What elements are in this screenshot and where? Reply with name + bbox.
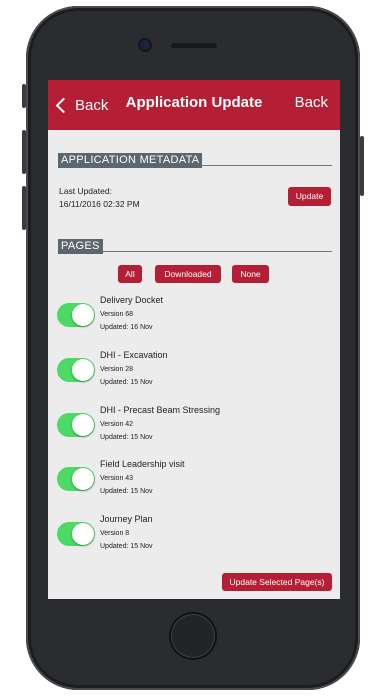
last-updated-label: Last Updated:: [59, 186, 112, 196]
page-name: Journey Plan: [100, 514, 153, 524]
page-version: Version 68: [100, 311, 134, 318]
back-label: Back: [75, 96, 109, 114]
home-button[interactable]: [171, 614, 215, 658]
volume-up-button: [22, 130, 26, 174]
navigation-bar: Back Application Update Back: [48, 80, 340, 130]
page-updated: Updated: 15 Nov: [100, 488, 153, 495]
page-version: Version 43: [100, 475, 134, 482]
page-updated: Updated: 16 Nov: [100, 324, 153, 331]
update-button[interactable]: Update: [288, 187, 331, 206]
filter-all-button[interactable]: All: [118, 265, 142, 283]
page-updated: Updated: 15 Nov: [100, 543, 153, 550]
mute-switch: [22, 84, 26, 108]
chevron-left-icon: [55, 97, 72, 113]
toggle-knob: [72, 468, 94, 490]
page-toggle[interactable]: [57, 413, 95, 437]
app-screen: Back Application Update Back APPLICATION…: [48, 80, 340, 599]
page-toggle[interactable]: [57, 358, 95, 382]
power-button: [360, 136, 364, 196]
toggle-knob: [72, 304, 94, 326]
toggle-knob: [72, 523, 94, 545]
last-updated-value: 16/11/2016 02:32 PM: [59, 199, 140, 209]
page-name: Delivery Docket: [100, 295, 164, 305]
page-list-item: DHI - Precast Beam Stressing Version 42 …: [48, 405, 340, 457]
page-version: Version 28: [100, 366, 134, 373]
page-list-item: Delivery Docket Version 68 Updated: 16 N…: [48, 295, 340, 347]
metadata-section-header: APPLICATION METADATA: [58, 150, 332, 168]
page-name: DHI - Precast Beam Stressing: [100, 405, 221, 415]
page-toggle[interactable]: [57, 303, 95, 327]
page-name: DHI - Excavation: [100, 350, 168, 360]
toggle-knob: [72, 414, 94, 436]
page-version: Version 8: [100, 530, 130, 537]
page-list-item: DHI - Excavation Version 28 Updated: 15 …: [48, 350, 340, 402]
back-button-left[interactable]: Back: [54, 94, 108, 116]
speaker-grille: [171, 43, 217, 48]
back-button-right[interactable]: Back: [295, 94, 328, 111]
filter-none-button[interactable]: None: [232, 265, 269, 283]
volume-down-button: [22, 186, 26, 230]
pages-section-header: PAGES: [58, 236, 332, 254]
page-version: Version 42: [100, 421, 134, 428]
page-updated: Updated: 15 Nov: [100, 434, 153, 441]
page-list-item: Journey Plan Version 8 Updated: 15 Nov: [48, 514, 340, 566]
filter-downloaded-button[interactable]: Downloaded: [155, 265, 221, 283]
pages-section-title: PAGES: [58, 239, 103, 254]
page-list-item: Field Leadership visit Version 43 Update…: [48, 459, 340, 511]
page-toggle[interactable]: [57, 522, 95, 546]
metadata-section-title: APPLICATION METADATA: [58, 153, 203, 168]
toggle-knob: [72, 359, 94, 381]
page-updated: Updated: 15 Nov: [100, 379, 153, 386]
page-name: Field Leadership visit: [100, 459, 185, 469]
page-toggle[interactable]: [57, 467, 95, 491]
camera-icon: [140, 40, 150, 50]
update-selected-pages-button[interactable]: Update Selected Page(s): [222, 573, 332, 591]
